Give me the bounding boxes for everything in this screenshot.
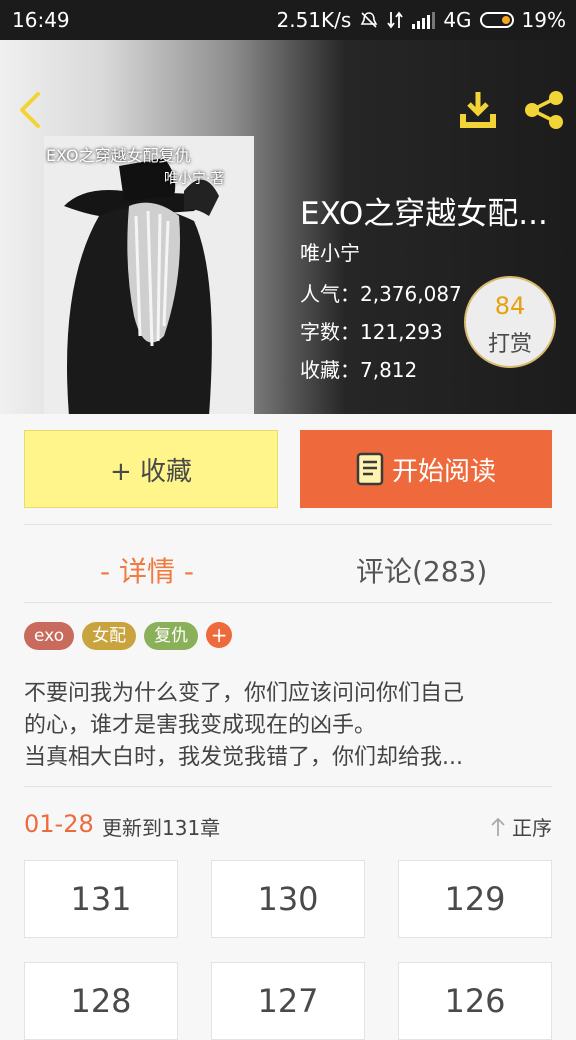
network-type: 4G xyxy=(443,8,472,32)
start-reading-label: 开始阅读 xyxy=(391,456,496,487)
description-line: 当真相大白时，我发觉我错了，你们却给我... xyxy=(24,745,463,770)
description-line: 不要问我为什么变了，你们应该问问你们自己 xyxy=(24,681,465,706)
chapter-button[interactable]: 131 xyxy=(24,860,178,938)
popularity: 人气：2,376,087 xyxy=(300,282,462,306)
download-icon[interactable] xyxy=(456,90,500,130)
start-reading-button[interactable]: 开始阅读 xyxy=(300,430,552,508)
book-icon xyxy=(356,452,384,486)
tag-female-support[interactable]: 女配 xyxy=(82,622,137,650)
signal-icon xyxy=(412,12,436,29)
tab-detail[interactable]: - 详情 - xyxy=(100,550,194,590)
chapter-button[interactable]: 127 xyxy=(211,962,365,1040)
sort-order-toggle[interactable]: 正序 xyxy=(490,812,552,841)
tab-comments[interactable]: 评论(283) xyxy=(356,550,487,590)
battery-percent: 19% xyxy=(521,8,566,32)
cover-title: EXO之穿越女配复仇 xyxy=(46,146,191,165)
back-arrow-icon[interactable] xyxy=(12,90,52,130)
add-tag-button[interactable]: + xyxy=(206,622,233,648)
net-speed: 2.51K/s xyxy=(276,8,352,32)
tag-revenge[interactable]: 复仇 xyxy=(144,622,199,650)
update-date: 01-28 xyxy=(24,810,94,838)
update-status: 更新到131章 xyxy=(102,816,221,840)
book-author[interactable]: 唯小宁 xyxy=(300,237,360,266)
sort-label: 正序 xyxy=(512,816,552,840)
status-right: 2.51K/s 4G 19% xyxy=(277,8,567,32)
mute-icon xyxy=(361,12,378,28)
divider xyxy=(24,786,552,787)
status-bar: 16:49 2.51K/s 4G 19% xyxy=(0,0,576,40)
description-line: 的心，谁才是害我变成现在的凶手。 xyxy=(24,713,377,738)
chapter-button[interactable]: 130 xyxy=(211,860,365,938)
add-favorite-button[interactable]: + 收藏 xyxy=(24,430,278,508)
data-transfer-icon xyxy=(387,11,404,29)
cover-author: 唯小宁·著 xyxy=(164,171,225,187)
book-cover[interactable]: EXO之穿越女配复仇 唯小宁·著 xyxy=(44,136,254,414)
divider xyxy=(24,524,552,525)
tag-exo[interactable]: exo xyxy=(24,622,75,650)
chapter-button[interactable]: 126 xyxy=(398,962,552,1040)
book-details: + 收藏 开始阅读 - 详情 - 评论(283) exo 女配 复仇 + 不要问… xyxy=(0,414,576,1040)
chapter-button[interactable]: 129 xyxy=(398,860,552,938)
tip-count: 84 xyxy=(494,292,526,320)
status-time: 16:49 xyxy=(12,8,70,32)
tip-button[interactable]: 84 打赏 xyxy=(464,276,556,368)
battery-icon xyxy=(479,12,514,28)
chapter-button[interactable]: 128 xyxy=(24,962,178,1040)
divider xyxy=(24,602,552,603)
book-title: EXO之穿越女配... xyxy=(300,196,548,232)
share-icon[interactable] xyxy=(522,88,566,132)
arrow-up-icon xyxy=(491,817,505,836)
favorites-count: 收藏：7,812 xyxy=(300,358,418,382)
word-count: 字数：121,293 xyxy=(300,320,443,344)
tag-list: exo 女配 复仇 + xyxy=(24,622,233,650)
book-header: EXO之穿越女配复仇 唯小宁·著 EXO之穿越女配... 唯小宁 人气：2,37… xyxy=(0,40,576,414)
tip-label: 打赏 xyxy=(487,332,532,357)
book-description[interactable]: 不要问我为什么变了，你们应该问问你们自己 的心，谁才是害我变成现在的凶手。 当真… xyxy=(24,678,554,774)
